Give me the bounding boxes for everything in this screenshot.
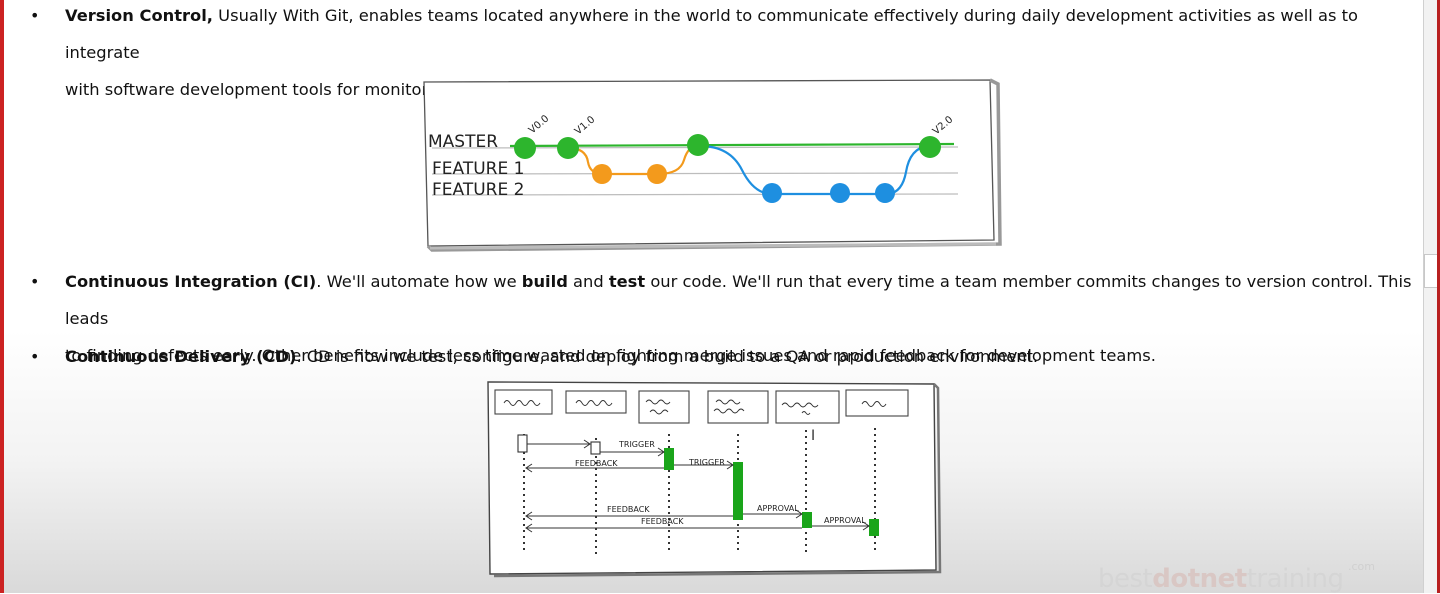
bullet-text: Continuous Delivery (CD). CD is how we t… (65, 338, 1415, 375)
bullet-body: Usually With Git, enables teams located … (65, 6, 1358, 62)
bullet-lead: Continuous Integration (CI) (65, 272, 317, 291)
logo-part: dotnet (1152, 564, 1247, 594)
lane-box-acceptance (707, 390, 769, 424)
bullet-body: . We'll automate how we (316, 272, 522, 291)
message-label: APPROVAL (824, 516, 866, 525)
message-label: APPROVAL (757, 504, 799, 513)
lane-box-delivery-team (494, 389, 553, 415)
branch-label-master: MASTER (428, 132, 498, 152)
lane-box-release (845, 389, 909, 417)
message-label: TRIGGER (688, 458, 725, 467)
git-branching-diagram: MASTER FEATURE 1 FEATURE 2 V0.0 V1.0 V2.… (423, 78, 1002, 252)
commit-feature2 (875, 183, 895, 203)
bullet-dot: • (30, 347, 40, 366)
commit-feature2 (762, 183, 782, 203)
logo-part: training (1246, 564, 1344, 594)
commit-master (687, 134, 709, 156)
bullet-body: . CD is how we test, configure, and depl… (296, 347, 1039, 366)
activation-uat (802, 512, 812, 528)
commit-master (919, 136, 941, 158)
bold-word-build: build (521, 272, 568, 291)
activation-build (664, 448, 674, 470)
commit-master (514, 137, 536, 159)
activation-acceptance (733, 462, 743, 520)
bullet-body: and (567, 272, 609, 291)
branch-label-feature2: FEATURE 2 (432, 180, 524, 200)
activation-start (517, 434, 528, 453)
bullet-dot: • (30, 272, 40, 291)
commit-feature2 (830, 183, 850, 203)
activation-release (869, 519, 879, 536)
cd-sequence-diagram: TRIGGER FEEDBACK TRIGGER FEEDBACK FEEDBA… (487, 381, 942, 578)
commit-master (557, 137, 579, 159)
message-label: FEEDBACK (641, 517, 684, 526)
lane-box-uat (775, 390, 840, 424)
branch-label-feature1: FEATURE 1 (432, 159, 524, 179)
message-label: FEEDBACK (607, 505, 650, 514)
lane-box-build (638, 390, 690, 424)
message-label: TRIGGER (618, 440, 655, 449)
lane-box-version-control (565, 390, 627, 414)
text-cursor-icon: I (811, 428, 815, 444)
logo-part: best (1098, 564, 1153, 594)
commit-feature1 (647, 164, 667, 184)
activation-version-control (590, 441, 601, 455)
bullet-lead: Version Control, (65, 6, 213, 25)
left-window-border (0, 0, 4, 593)
logo-suffix: .com (1348, 560, 1375, 573)
message-label: FEEDBACK (575, 459, 618, 468)
brand-watermark-logo: bestdotnettraining (1098, 564, 1344, 594)
bold-word-test: test (608, 272, 646, 291)
bullet-lead: Continuous Delivery (CD) (65, 347, 297, 366)
bullet-dot: • (30, 6, 40, 25)
scrollbar-thumb[interactable] (1424, 254, 1438, 288)
commit-feature1 (592, 164, 612, 184)
